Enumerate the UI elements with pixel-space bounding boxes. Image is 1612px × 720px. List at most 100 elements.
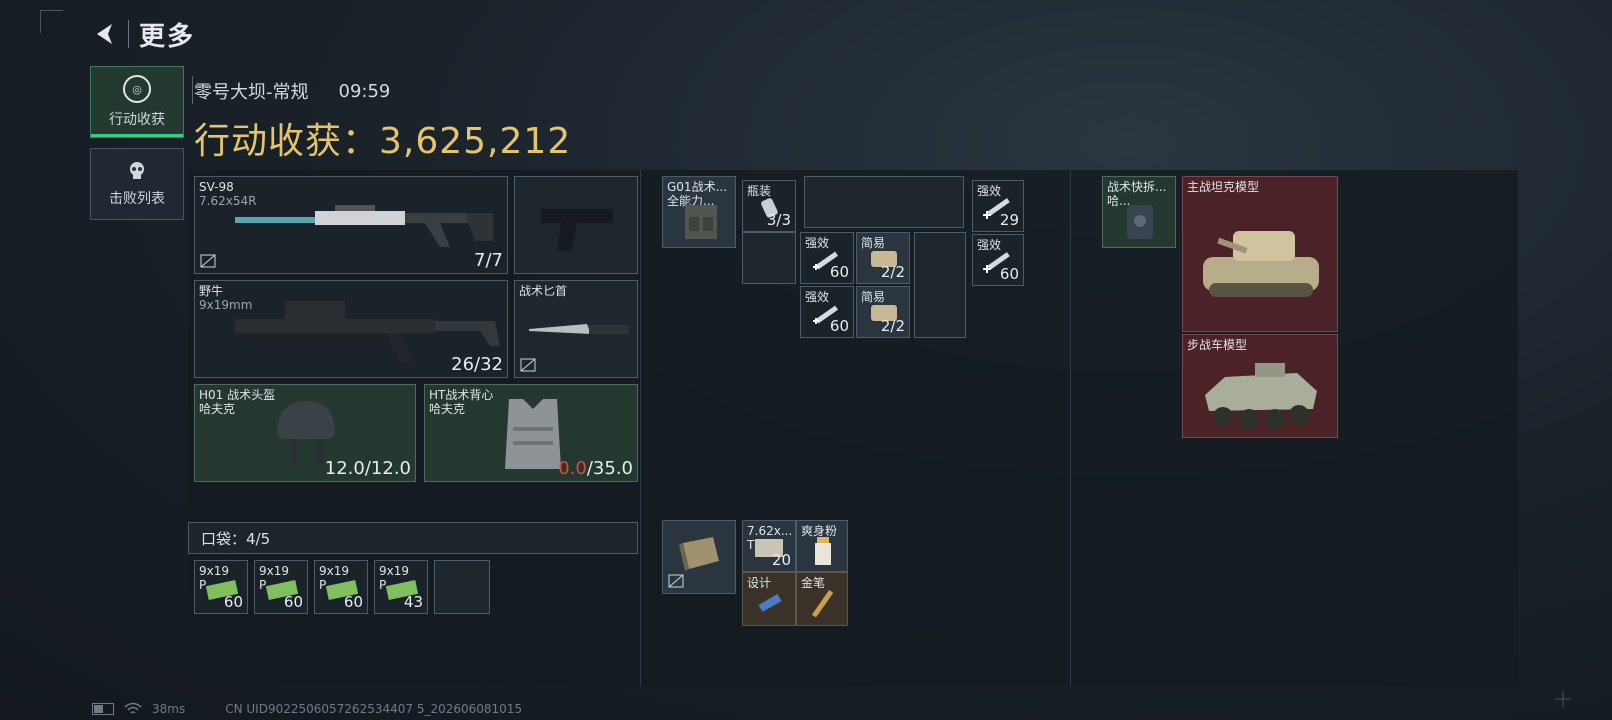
pocket-item[interactable]: 9x19 P 43	[374, 560, 428, 614]
item-count: 60	[829, 263, 849, 281]
item-count: 60	[999, 265, 1019, 283]
corner-ornament	[40, 10, 63, 33]
item-name: 9x19	[379, 564, 410, 578]
rig-slot-empty[interactable]	[742, 232, 796, 284]
backpack-item[interactable]: 金笔	[796, 572, 848, 626]
pocket-slot-empty[interactable]	[434, 560, 490, 614]
pocket-item[interactable]: 9x19 P 60	[194, 560, 248, 614]
title-separator	[192, 76, 193, 104]
pistol-slot-empty[interactable]	[514, 176, 638, 274]
melee-name: 战术匕首	[519, 284, 568, 298]
rig-item[interactable]: 强效 29	[972, 180, 1024, 232]
wifi-icon	[124, 702, 142, 714]
rig-item[interactable]: 瓶装 3/3	[742, 180, 796, 232]
powder-bottle-icon	[815, 537, 831, 565]
rig-item[interactable]: 简易 2/2	[856, 232, 910, 284]
rig-item[interactable]: 强效 60	[800, 286, 854, 338]
tab-kills[interactable]: 击败列表	[90, 148, 184, 220]
battery-icon	[92, 703, 114, 715]
item-count: 60	[223, 593, 243, 611]
vest-icon	[505, 399, 561, 469]
secondary-weapon-slot[interactable]: 野牛 9x19mm 26/32	[194, 280, 508, 378]
item-name: 强效	[805, 236, 830, 250]
plus-mark-icon	[1555, 691, 1571, 707]
pocket-label: 口袋：4/5	[201, 529, 271, 548]
column-divider	[1070, 170, 1071, 686]
helmet-name: H01 战术头盔	[199, 388, 276, 402]
pouch-icon	[1127, 205, 1153, 239]
pocket-item[interactable]: 9x19 P 60	[314, 560, 368, 614]
item-name: 步战车模型	[1187, 338, 1248, 352]
backpack-item[interactable]: 爽身粉	[796, 520, 848, 572]
tab-loot-label: 行动收获	[109, 112, 165, 128]
knife-icon	[529, 324, 629, 334]
skull-icon	[130, 162, 144, 179]
durability-current: 0.0	[558, 458, 587, 479]
tank-model-icon	[1203, 231, 1319, 297]
item-count: 2/2	[880, 317, 905, 335]
weapon-ammo-count: 26/32	[451, 354, 503, 375]
item-name: 9x19	[319, 564, 350, 578]
primary-weapon-slot[interactable]: SV-98 7.62x54R 7/7	[194, 176, 508, 274]
weapon-name: SV-98	[199, 180, 234, 194]
rig-slot-empty[interactable]	[804, 176, 964, 228]
item-name: 主战坦克模型	[1187, 180, 1260, 194]
item-name: 设计	[747, 576, 772, 590]
pocket-header: 口袋：4/5	[188, 522, 638, 554]
chest-rig-icon	[685, 205, 717, 239]
item-count: 43	[403, 593, 423, 611]
no-insurance-icon	[668, 574, 684, 588]
safe-box-slot[interactable]: 战术快拆... 哈...	[1102, 176, 1176, 248]
item-count: 20	[771, 551, 791, 569]
pistol-placeholder-icon	[541, 209, 613, 251]
armor-durability: 0.0/35.0	[558, 458, 633, 479]
sniper-rifle-icon	[235, 205, 493, 247]
uid-text: CN UID9022506057262534407 5_202606081015	[225, 702, 523, 716]
no-insurance-icon	[520, 358, 536, 372]
backpack-icon	[679, 537, 719, 571]
rig-slot-empty[interactable]	[914, 232, 966, 338]
ping-value: 38ms	[152, 702, 186, 716]
back-separator	[128, 20, 129, 48]
backpack-item[interactable]: 设计	[742, 572, 796, 626]
map-name: 零号大坝-常规	[194, 82, 309, 103]
gold-pen-icon	[811, 589, 834, 618]
durability-max: /12.0	[364, 458, 411, 479]
rig-name: G01战术...	[667, 180, 728, 194]
item-count: 60	[829, 317, 849, 335]
backpack-item[interactable]: 7.62x... T 20	[742, 520, 796, 572]
item-count: 3/3	[766, 211, 791, 229]
safe-box-item[interactable]: 步战车模型	[1182, 334, 1338, 438]
durability-max: /35.0	[586, 458, 633, 479]
column-divider	[640, 170, 641, 686]
pocket-item[interactable]: 9x19 P 60	[254, 560, 308, 614]
weapon-name: 野牛	[199, 284, 224, 298]
armor-slot[interactable]: HT战术背心 哈夫克 0.0/35.0	[424, 384, 638, 482]
durability-current: 12.0	[324, 458, 365, 479]
item-name: 9x19	[259, 564, 290, 578]
chest-rig-slot[interactable]: G01战术... 全能力...	[662, 176, 736, 248]
tab-loot[interactable]: ◎ 行动收获	[90, 66, 184, 138]
blueprint-icon	[758, 594, 782, 612]
loot-value: 行动收获：3,625,212	[194, 121, 572, 162]
item-count: 29	[999, 211, 1019, 229]
raid-time: 09:59	[338, 80, 391, 102]
item-count: 2/2	[880, 263, 905, 281]
back-button[interactable]: 更多	[92, 18, 212, 52]
rig-item[interactable]: 强效 60	[800, 232, 854, 284]
item-name: 9x19	[199, 564, 230, 578]
case-name: 战术快拆...	[1107, 180, 1167, 194]
safe-box-item[interactable]: 主战坦克模型	[1182, 176, 1338, 332]
helmet-brand: 哈夫克	[199, 402, 236, 416]
back-label: 更多	[139, 21, 196, 52]
item-count: 60	[343, 593, 363, 611]
armor-brand: 哈夫克	[429, 402, 466, 416]
backpack-slot[interactable]	[662, 520, 736, 594]
rig-item[interactable]: 强效 60	[972, 234, 1024, 286]
loot-icon: ◎	[123, 75, 151, 103]
armor-name: HT战术背心	[429, 388, 494, 402]
rig-item[interactable]: 简易 2/2	[856, 286, 910, 338]
ifv-model-icon	[1205, 363, 1317, 429]
melee-slot[interactable]: 战术匕首	[514, 280, 638, 378]
helmet-slot[interactable]: H01 战术头盔 哈夫克 12.0/12.0	[194, 384, 416, 482]
